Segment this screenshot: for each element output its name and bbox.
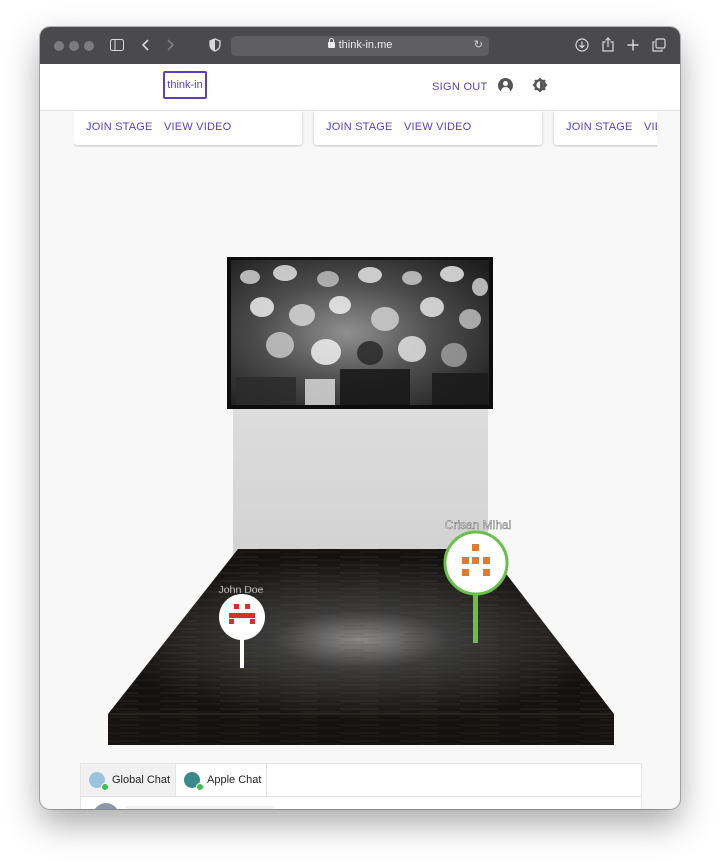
- view-video-button[interactable]: VIEW VIDEO: [164, 121, 231, 133]
- stage-back-wall: [233, 409, 488, 559]
- new-tab-icon[interactable]: [624, 36, 642, 54]
- zoom-window-button[interactable]: [84, 41, 94, 51]
- browser-window: think-in.me ↻ think-in SIGN OUT JOIN STA…: [40, 27, 680, 809]
- online-indicator: [101, 783, 109, 791]
- view-video-button[interactable]: VIEW VIDEO: [644, 121, 657, 133]
- privacy-shield-icon[interactable]: [206, 36, 224, 54]
- back-icon[interactable]: [137, 36, 155, 54]
- message-preview: [125, 806, 275, 809]
- downloads-icon[interactable]: [573, 36, 591, 54]
- tab-global-chat[interactable]: Global Chat: [81, 764, 176, 796]
- reload-icon[interactable]: ↻: [474, 38, 483, 51]
- share-icon[interactable]: [599, 36, 617, 54]
- close-window-button[interactable]: [54, 41, 64, 51]
- view-video-button[interactable]: VIEW VIDEO: [404, 121, 471, 133]
- message-avatar: [93, 803, 119, 809]
- account-icon[interactable]: [498, 78, 513, 93]
- chat-panel: Global Chat Apple Chat: [80, 763, 642, 809]
- stage-3d-view[interactable]: John Doe Crisan Mihai: [40, 147, 680, 767]
- tab-label: Apple Chat: [207, 774, 262, 786]
- minimize-window-button[interactable]: [69, 41, 79, 51]
- browser-toolbar: think-in.me ↻: [40, 27, 680, 64]
- tab-apple-chat[interactable]: Apple Chat: [176, 764, 267, 796]
- online-indicator: [196, 783, 204, 791]
- address-bar[interactable]: think-in.me ↻: [231, 36, 489, 56]
- stage-card: JOIN STAGE VIEW VIDEO: [74, 111, 302, 145]
- video-screen[interactable]: [227, 257, 493, 409]
- theme-toggle-icon[interactable]: [532, 77, 548, 93]
- logo[interactable]: think-in: [163, 71, 207, 99]
- join-stage-button[interactable]: JOIN STAGE: [566, 121, 633, 133]
- stage-cards-row: JOIN STAGE VIEW VIDEO JOIN STAGE VIEW VI…: [74, 111, 657, 147]
- stage-card: JOIN STAGE VIEW VIDEO: [314, 111, 542, 145]
- join-stage-button[interactable]: JOIN STAGE: [86, 121, 153, 133]
- avatar-name-label: John Doe: [219, 584, 264, 596]
- app-header: think-in SIGN OUT: [40, 64, 680, 111]
- stage-card: JOIN STAGE VIEW VIDEO: [554, 111, 657, 145]
- lock-icon: [327, 38, 335, 48]
- forward-icon[interactable]: [161, 36, 179, 54]
- url-text: think-in.me: [338, 39, 393, 51]
- avatar-name-label: Crisan Mihai: [445, 518, 512, 532]
- tab-label: Global Chat: [112, 774, 171, 786]
- sidebar-toggle-icon[interactable]: [108, 36, 126, 54]
- join-stage-button[interactable]: JOIN STAGE: [326, 121, 393, 133]
- tab-overview-icon[interactable]: [650, 36, 668, 54]
- divider: [81, 796, 641, 797]
- sign-out-button[interactable]: SIGN OUT: [432, 81, 488, 93]
